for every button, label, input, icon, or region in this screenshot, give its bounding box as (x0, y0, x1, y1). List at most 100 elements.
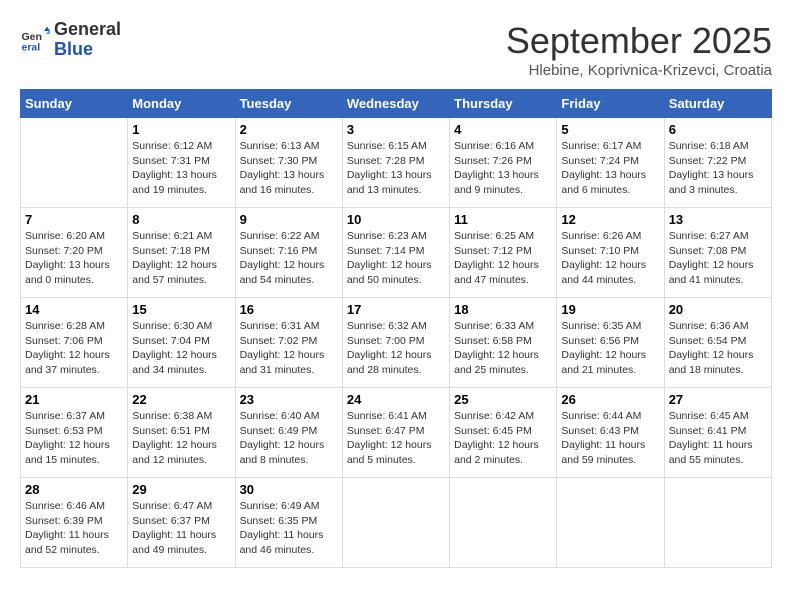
day-info: Sunrise: 6:22 AM Sunset: 7:16 PM Dayligh… (240, 229, 338, 288)
day-number: 28 (25, 482, 123, 497)
calendar-cell: 13Sunrise: 6:27 AM Sunset: 7:08 PM Dayli… (664, 208, 771, 298)
day-number: 19 (561, 302, 659, 317)
weekday-header-wednesday: Wednesday (342, 90, 449, 118)
day-info: Sunrise: 6:45 AM Sunset: 6:41 PM Dayligh… (669, 409, 767, 468)
month-title: September 2025 (506, 20, 772, 62)
day-info: Sunrise: 6:21 AM Sunset: 7:18 PM Dayligh… (132, 229, 230, 288)
day-number: 4 (454, 122, 552, 137)
day-info: Sunrise: 6:46 AM Sunset: 6:39 PM Dayligh… (25, 499, 123, 558)
day-number: 20 (669, 302, 767, 317)
calendar-cell: 1Sunrise: 6:12 AM Sunset: 7:31 PM Daylig… (128, 118, 235, 208)
day-info: Sunrise: 6:28 AM Sunset: 7:06 PM Dayligh… (25, 319, 123, 378)
week-row-2: 7Sunrise: 6:20 AM Sunset: 7:20 PM Daylig… (21, 208, 772, 298)
day-info: Sunrise: 6:38 AM Sunset: 6:51 PM Dayligh… (132, 409, 230, 468)
calendar-cell: 12 Sunrise: 6:26 AM Sunset: 7:10 PM Dayli… (557, 208, 664, 298)
logo-icon: Gen eral (20, 25, 50, 55)
day-info: Sunrise: 6:47 AM Sunset: 6:37 PM Dayligh… (132, 499, 230, 558)
week-row-4: 21 Sunrise: 6:37 AM Sunset: 6:53 PM Dayli… (21, 388, 772, 478)
day-number: 21 (25, 392, 123, 407)
weekday-header-tuesday: Tuesday (235, 90, 342, 118)
calendar-cell: 9 Sunrise: 6:22 AM Sunset: 7:16 PM Daylig… (235, 208, 342, 298)
calendar-cell: 17Sunrise: 6:32 AM Sunset: 7:00 PM Dayli… (342, 298, 449, 388)
day-info: Sunrise: 6:27 AM Sunset: 7:08 PM Dayligh… (669, 229, 767, 288)
weekday-header-monday: Monday (128, 90, 235, 118)
week-row-3: 14 Sunrise: 6:28 AM Sunset: 7:06 PM Dayli… (21, 298, 772, 388)
day-number: 29 (132, 482, 230, 497)
calendar-cell: 14 Sunrise: 6:28 AM Sunset: 7:06 PM Dayli… (21, 298, 128, 388)
day-number: 10 (347, 212, 445, 227)
calendar-cell (342, 478, 449, 568)
day-number: 14 (25, 302, 123, 317)
calendar-cell: 27Sunrise: 6:45 AM Sunset: 6:41 PM Dayli… (664, 388, 771, 478)
calendar-cell: 19 Sunrise: 6:35 AM Sunset: 6:56 PM Dayli… (557, 298, 664, 388)
calendar-cell: 23 Sunrise: 6:40 AM Sunset: 6:49 PM Dayli… (235, 388, 342, 478)
calendar-cell: 22Sunrise: 6:38 AM Sunset: 6:51 PM Dayli… (128, 388, 235, 478)
day-number: 25 (454, 392, 552, 407)
calendar-cell (664, 478, 771, 568)
calendar-cell: 26Sunrise: 6:44 AM Sunset: 6:43 PM Dayli… (557, 388, 664, 478)
calendar-cell: 28 Sunrise: 6:46 AM Sunset: 6:39 PM Dayli… (21, 478, 128, 568)
day-info: Sunrise: 6:15 AM Sunset: 7:28 PM Dayligh… (347, 139, 445, 198)
calendar-cell: 24 Sunrise: 6:41 AM Sunset: 6:47 PM Dayli… (342, 388, 449, 478)
day-number: 15 (132, 302, 230, 317)
day-number: 8 (132, 212, 230, 227)
calendar-cell: 11 Sunrise: 6:25 AM Sunset: 7:12 PM Dayli… (450, 208, 557, 298)
weekday-header-friday: Friday (557, 90, 664, 118)
day-number: 18 (454, 302, 552, 317)
day-number: 26 (561, 392, 659, 407)
day-number: 6 (669, 122, 767, 137)
day-info: Sunrise: 6:36 AM Sunset: 6:54 PM Dayligh… (669, 319, 767, 378)
calendar-cell: 3 Sunrise: 6:15 AM Sunset: 7:28 PM Daylig… (342, 118, 449, 208)
logo: Gen eral General Blue (20, 20, 121, 60)
day-number: 11 (454, 212, 552, 227)
weekday-header-thursday: Thursday (450, 90, 557, 118)
day-info: Sunrise: 6:26 AM Sunset: 7:10 PM Dayligh… (561, 229, 659, 288)
day-info: Sunrise: 6:33 AM Sunset: 6:58 PM Dayligh… (454, 319, 552, 378)
day-info: Sunrise: 6:35 AM Sunset: 6:56 PM Dayligh… (561, 319, 659, 378)
location: Hlebine, Koprivnica-Krizevci, Croatia (506, 62, 772, 79)
logo-blue-text: Blue (54, 40, 121, 60)
day-number: 2 (240, 122, 338, 137)
weekday-header-sunday: Sunday (21, 90, 128, 118)
day-info: Sunrise: 6:13 AM Sunset: 7:30 PM Dayligh… (240, 139, 338, 198)
day-number: 9 (240, 212, 338, 227)
day-info: Sunrise: 6:42 AM Sunset: 6:45 PM Dayligh… (454, 409, 552, 468)
day-info: Sunrise: 6:40 AM Sunset: 6:49 PM Dayligh… (240, 409, 338, 468)
day-number: 5 (561, 122, 659, 137)
calendar-table: SundayMondayTuesdayWednesdayThursdayFrid… (20, 89, 772, 568)
day-info: Sunrise: 6:49 AM Sunset: 6:35 PM Dayligh… (240, 499, 338, 558)
day-info: Sunrise: 6:31 AM Sunset: 7:02 PM Dayligh… (240, 319, 338, 378)
calendar-cell (21, 118, 128, 208)
day-info: Sunrise: 6:23 AM Sunset: 7:14 PM Dayligh… (347, 229, 445, 288)
week-row-1: 1Sunrise: 6:12 AM Sunset: 7:31 PM Daylig… (21, 118, 772, 208)
day-number: 23 (240, 392, 338, 407)
calendar-cell: 8 Sunrise: 6:21 AM Sunset: 7:18 PM Daylig… (128, 208, 235, 298)
day-info: Sunrise: 6:25 AM Sunset: 7:12 PM Dayligh… (454, 229, 552, 288)
calendar-cell (450, 478, 557, 568)
day-info: Sunrise: 6:41 AM Sunset: 6:47 PM Dayligh… (347, 409, 445, 468)
calendar-cell: 10 Sunrise: 6:23 AM Sunset: 7:14 PM Dayli… (342, 208, 449, 298)
day-number: 16 (240, 302, 338, 317)
calendar-cell (557, 478, 664, 568)
day-number: 3 (347, 122, 445, 137)
day-number: 24 (347, 392, 445, 407)
calendar-cell: 21 Sunrise: 6:37 AM Sunset: 6:53 PM Dayli… (21, 388, 128, 478)
title-area: September 2025 Hlebine, Koprivnica-Krize… (506, 20, 772, 79)
calendar-cell: 18 Sunrise: 6:33 AM Sunset: 6:58 PM Dayli… (450, 298, 557, 388)
calendar-cell: 29 Sunrise: 6:47 AM Sunset: 6:37 PM Dayli… (128, 478, 235, 568)
day-number: 12 (561, 212, 659, 227)
day-info: Sunrise: 6:30 AM Sunset: 7:04 PM Dayligh… (132, 319, 230, 378)
day-number: 1 (132, 122, 230, 137)
day-number: 30 (240, 482, 338, 497)
weekday-header-saturday: Saturday (664, 90, 771, 118)
day-info: Sunrise: 6:18 AM Sunset: 7:22 PM Dayligh… (669, 139, 767, 198)
week-row-5: 28 Sunrise: 6:46 AM Sunset: 6:39 PM Dayli… (21, 478, 772, 568)
day-info: Sunrise: 6:32 AM Sunset: 7:00 PM Dayligh… (347, 319, 445, 378)
calendar-cell: 20 Sunrise: 6:36 AM Sunset: 6:54 PM Dayli… (664, 298, 771, 388)
day-info: Sunrise: 6:20 AM Sunset: 7:20 PM Dayligh… (25, 229, 123, 288)
svg-text:eral: eral (22, 41, 41, 53)
calendar-cell: 4Sunrise: 6:16 AM Sunset: 7:26 PM Daylig… (450, 118, 557, 208)
day-info: Sunrise: 6:37 AM Sunset: 6:53 PM Dayligh… (25, 409, 123, 468)
calendar-cell: 30 Sunrise: 6:49 AM Sunset: 6:35 PM Dayli… (235, 478, 342, 568)
calendar-cell: 15 Sunrise: 6:30 AM Sunset: 7:04 PM Dayli… (128, 298, 235, 388)
